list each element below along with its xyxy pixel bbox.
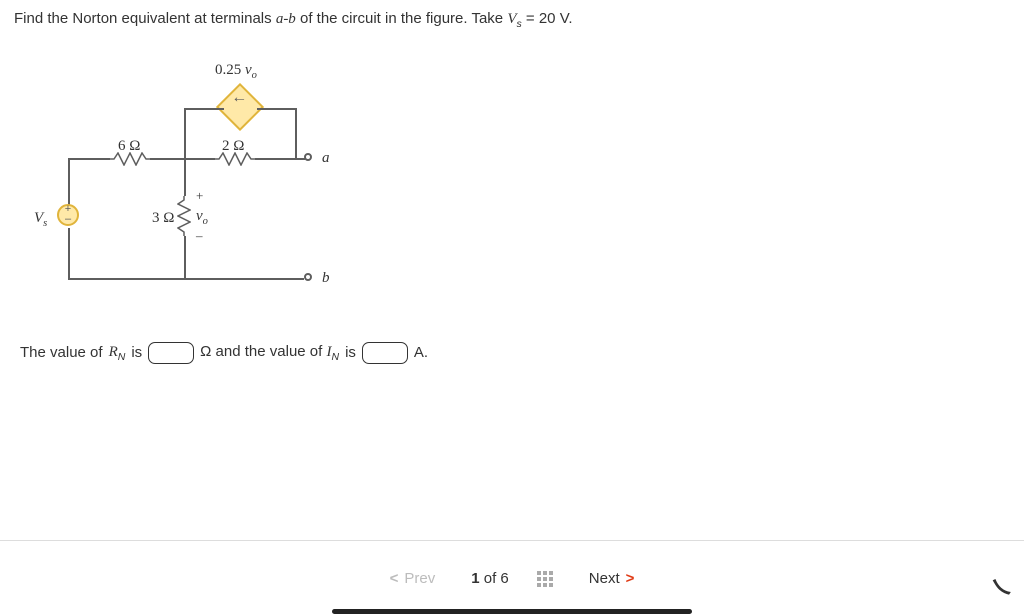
vo-sub: o xyxy=(203,216,208,227)
wire xyxy=(184,158,186,196)
wire xyxy=(68,158,110,160)
dependent-source-icon: ← xyxy=(216,83,264,131)
progress-bar xyxy=(332,609,692,614)
rn-input[interactable] xyxy=(148,342,194,364)
in-sub: N xyxy=(331,351,339,363)
answer-sentence: The value of RN is Ω and the value of IN… xyxy=(20,342,1024,364)
vs-value: = 20 V. xyxy=(522,10,573,27)
terminal-b-label: b xyxy=(322,270,330,287)
is-1: is xyxy=(131,344,142,361)
problem-text-2: of the circuit in the figure. Take xyxy=(296,10,508,27)
dep-sub: o xyxy=(252,70,257,81)
r3-label: 3 Ω xyxy=(152,210,174,227)
wire xyxy=(68,158,70,206)
in-input[interactable] xyxy=(362,342,408,364)
src-minus: – xyxy=(65,215,71,225)
wire xyxy=(68,228,70,280)
dep-var: v xyxy=(245,62,252,78)
footer-nav: < Prev 1 of 6 Next > xyxy=(0,540,1024,616)
wire xyxy=(257,108,297,110)
chevron-right-icon: > xyxy=(626,570,635,587)
vs-var: V xyxy=(507,11,516,27)
wire xyxy=(68,278,304,280)
vo-plus: + xyxy=(196,188,203,204)
vo-minus: – xyxy=(196,228,203,244)
prev-label: Prev xyxy=(404,570,435,587)
wire xyxy=(184,108,224,110)
terminal-a-label: a xyxy=(322,150,330,167)
page-current: 1 xyxy=(471,570,479,587)
answer-pre: The value of xyxy=(20,344,103,361)
vs-sub-2: s xyxy=(43,218,47,229)
vs-var-2: V xyxy=(34,210,43,226)
prev-button[interactable]: < Prev xyxy=(382,566,444,591)
problem-statement: Find the Norton equivalent at terminals … xyxy=(0,0,1024,32)
terminal-a-dot xyxy=(304,153,312,161)
grid-icon[interactable] xyxy=(537,571,553,587)
unit-2: A. xyxy=(414,344,428,361)
vs-label: Vs xyxy=(34,210,47,229)
unit-1: Ω and the value of IN xyxy=(200,343,339,363)
circuit-diagram: 0.25 vo ← 6 Ω 2 Ω a + – Vs 3 Ω + xyxy=(40,62,380,322)
next-button[interactable]: Next > xyxy=(581,566,643,591)
wire xyxy=(184,108,186,158)
problem-text: Find the Norton equivalent at terminals xyxy=(14,10,276,27)
resistor-6ohm-icon xyxy=(110,152,150,166)
page-indicator: 1 of 6 xyxy=(471,570,509,587)
voltage-source-icon: + – xyxy=(57,204,79,226)
vo-label: vo xyxy=(196,208,208,227)
next-label: Next xyxy=(589,570,620,587)
rn-var: R xyxy=(109,344,118,360)
resistor-3ohm-icon xyxy=(177,196,191,236)
unit1-text: Ω and the value of xyxy=(200,343,326,360)
terminals-ab: a-b xyxy=(276,11,296,27)
terminal-b-dot xyxy=(304,273,312,281)
page-total: 6 xyxy=(500,570,508,587)
rn-sub: N xyxy=(118,351,126,363)
is-2: is xyxy=(345,344,356,361)
wire xyxy=(295,108,297,158)
chevron-left-icon: < xyxy=(390,570,399,587)
vo-var: v xyxy=(196,208,203,224)
resistor-2ohm-icon xyxy=(215,152,255,166)
arrow-left-icon: ← xyxy=(231,88,247,106)
wire xyxy=(184,236,186,280)
rn-symbol: RN xyxy=(109,343,126,363)
wire xyxy=(150,158,215,160)
source-polarity: + – xyxy=(65,205,71,225)
dep-source-label: 0.25 vo xyxy=(215,62,257,81)
wire xyxy=(255,158,305,160)
dep-coeff: 0.25 xyxy=(215,62,245,78)
page-of-text: of xyxy=(484,570,497,587)
